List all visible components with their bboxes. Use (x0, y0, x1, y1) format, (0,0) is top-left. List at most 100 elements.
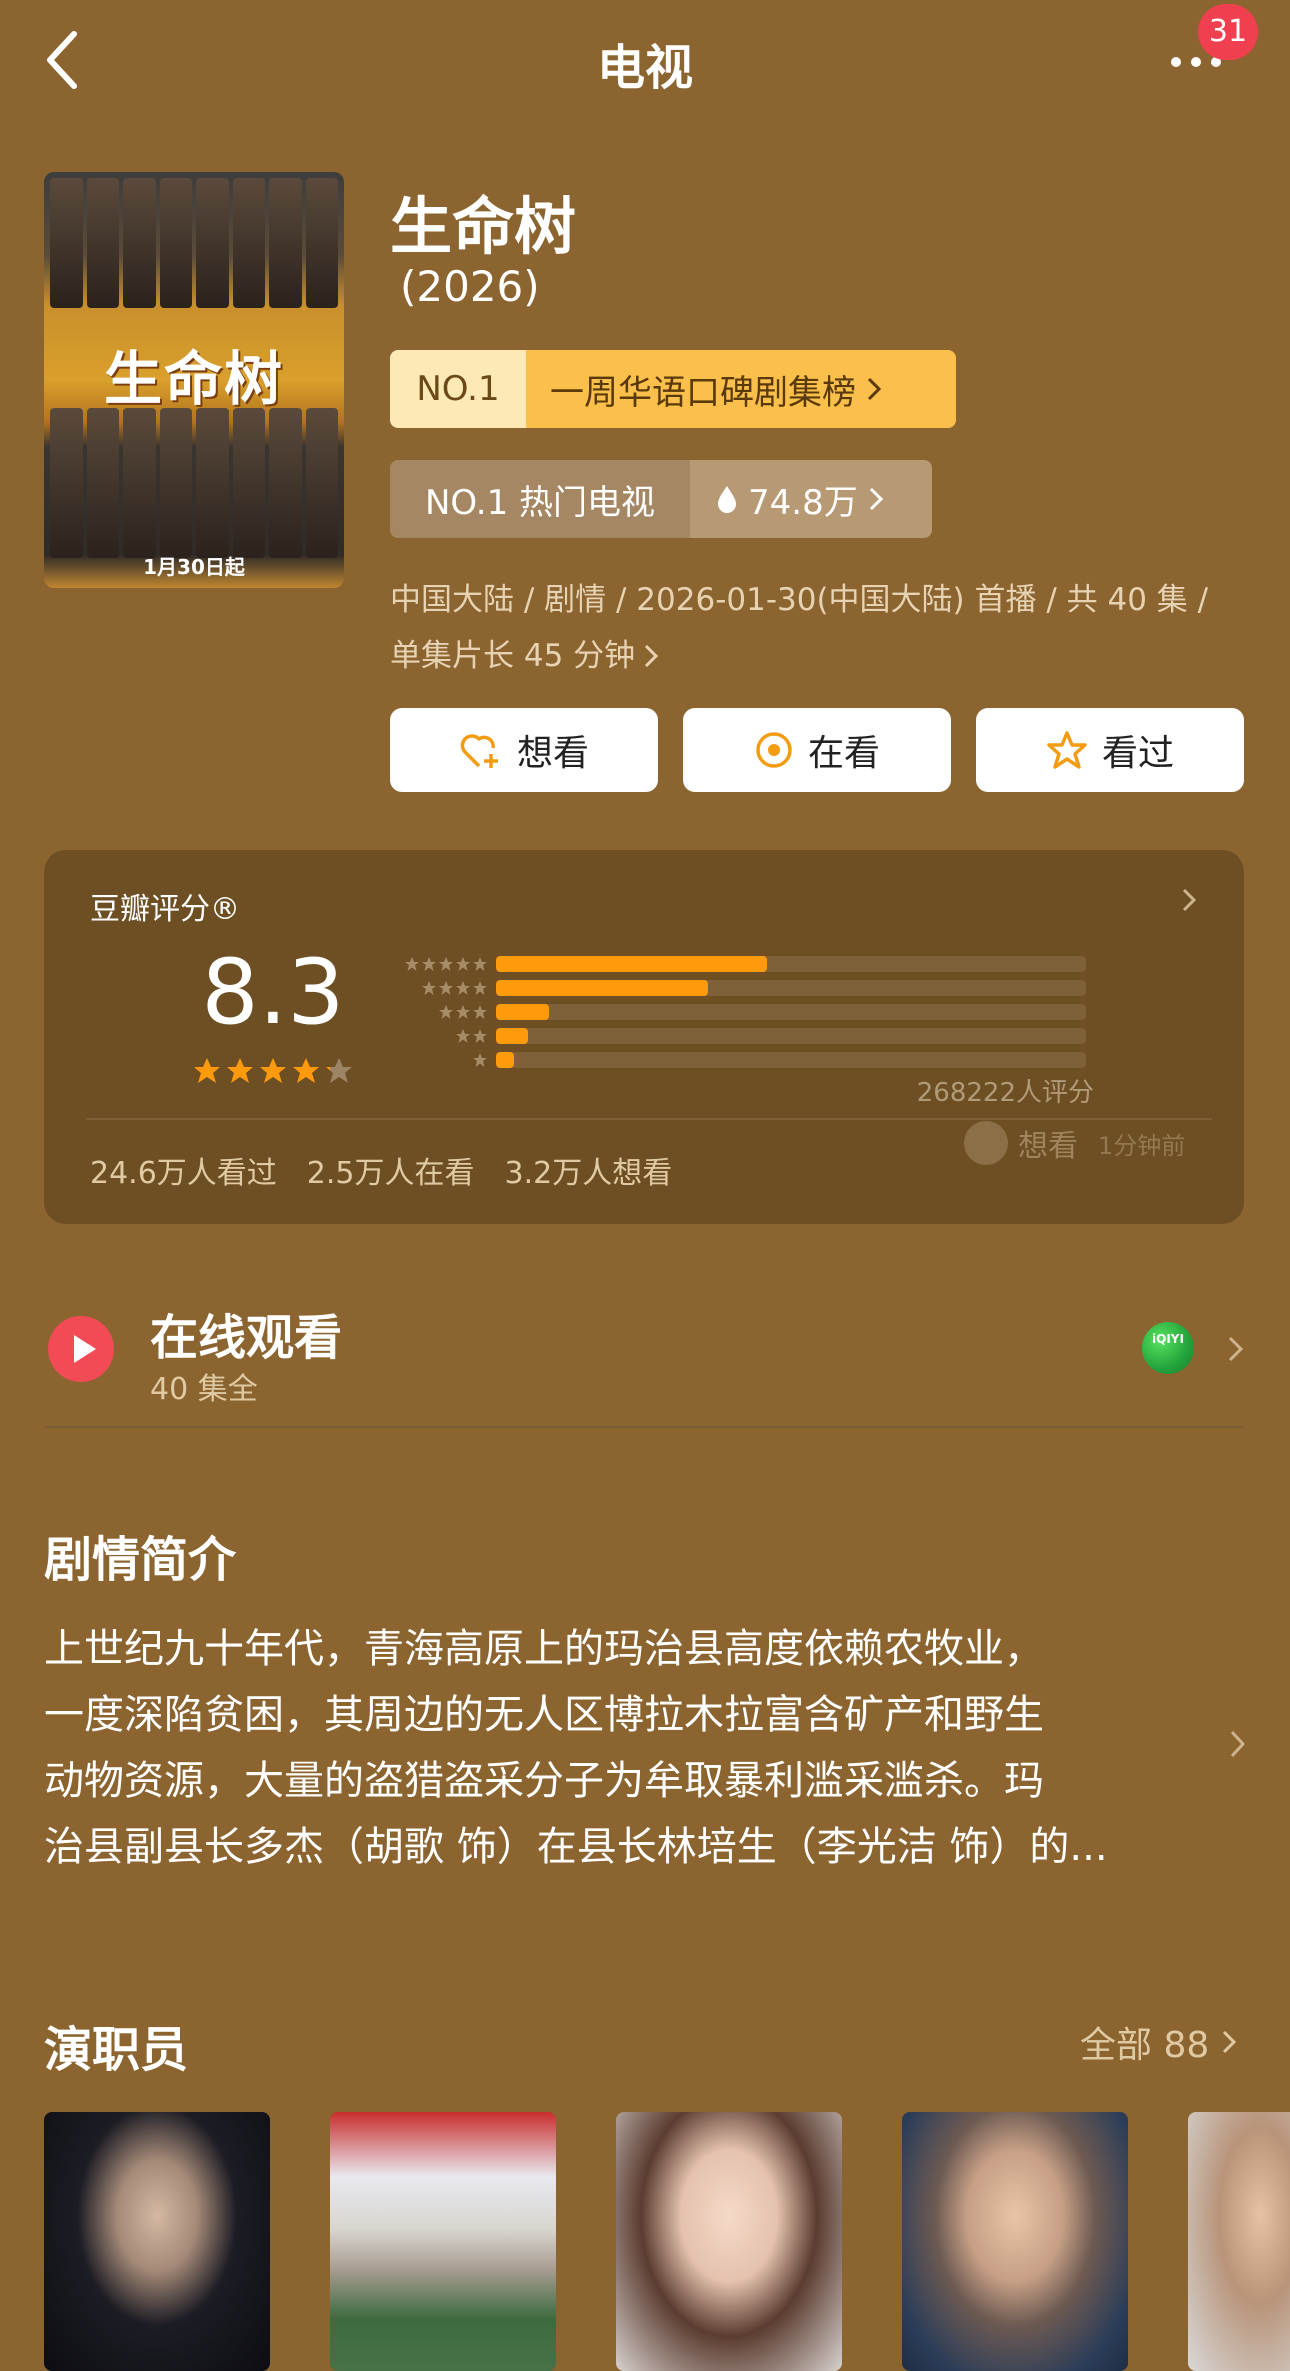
audience-counts: 24.6万人看过 2.5万人在看 3.2万人想看 (90, 1148, 672, 1192)
watched-label: 看过 (1101, 733, 1174, 774)
mini-star-icon (422, 981, 436, 995)
rating-bar-fill (496, 956, 768, 972)
watching-button[interactable]: 在看 (683, 708, 951, 792)
rating-star-icon (293, 1058, 319, 1083)
heart-plus-icon (460, 734, 498, 768)
meta-line-2: 单集片长 45 分钟 (390, 638, 636, 674)
rank-tag: NO.1 (390, 350, 526, 428)
bar-stars (386, 980, 496, 996)
mini-star-icon (456, 981, 470, 995)
cast-view-all-link[interactable]: 全部 88 (1080, 2016, 1237, 2068)
target-circle-icon (756, 732, 792, 768)
cast-photo[interactable] (330, 2112, 556, 2371)
cast-photo[interactable] (902, 2112, 1128, 2371)
mini-star-icon (422, 957, 436, 971)
poster-title-art: 生命树 (103, 345, 284, 413)
rating-bar-fill (496, 1028, 529, 1044)
meta-line-1: 中国大陆 / 剧情 / 2026-01-30(中国大陆) 首播 / 共 40 集… (390, 582, 1209, 618)
rating-bar-row (386, 976, 1096, 1000)
chevron-right-icon[interactable] (1226, 1334, 1246, 1364)
chevron-right-icon[interactable] (1228, 1728, 1248, 1760)
show-title: 生命树 (390, 190, 577, 263)
score-stars (192, 1056, 354, 1086)
show-meta[interactable]: 中国大陆 / 剧情 / 2026-01-30(中国大陆) 首播 / 共 40 集… (390, 572, 1250, 684)
mini-star-icon (473, 1029, 487, 1043)
rating-star-icon (194, 1058, 220, 1083)
rating-count: 268222人评分 (916, 1078, 1094, 1108)
chevron-right-icon (869, 487, 883, 511)
poster-image[interactable]: 生命树 1月30日起 (44, 172, 344, 588)
recent-activity: 想看 1分钟前 (964, 1118, 1185, 1168)
rating-bar-row (386, 952, 1096, 976)
flame-icon (718, 486, 736, 513)
bar-stars (386, 1028, 496, 1044)
rating-distribution (386, 952, 1096, 1072)
bar-stars (386, 956, 496, 972)
avatar (964, 1121, 1008, 1165)
watched-count: 24.6万人看过 (90, 1156, 277, 1191)
rank-label: 一周华语口碑剧集榜 (550, 372, 856, 413)
rating-bar-row (386, 1024, 1096, 1048)
rating-bar-track (496, 980, 1086, 996)
watched-button[interactable]: 看过 (976, 708, 1244, 792)
mini-star-icon (473, 1053, 487, 1067)
mini-star-icon (473, 981, 487, 995)
divider (44, 1426, 1244, 1428)
mini-star-icon (439, 1005, 453, 1019)
show-year: (2026) (400, 262, 540, 311)
watching-label: 在看 (807, 733, 880, 774)
cast-photo[interactable] (1188, 2112, 1290, 2371)
online-watch-title[interactable]: 在线观看 (150, 1298, 342, 1368)
mini-star-icon (473, 957, 487, 971)
online-watch-episodes: 40 集全 (150, 1372, 258, 1407)
rating-bar-fill (496, 980, 709, 996)
mini-star-icon (456, 957, 470, 971)
cast-title: 演职员 (44, 2022, 189, 2078)
poster-release-note: 1月30日起 (143, 555, 245, 579)
mini-star-icon (456, 1005, 470, 1019)
rating-star-icon (326, 1058, 352, 1083)
rating-title: 豆瓣评分® (90, 892, 240, 927)
rank-badge-word-of-mouth[interactable]: NO.1 一周华语口碑剧集榜 (390, 350, 956, 428)
rank-badge-hot-tv[interactable]: NO.1 热门电视 74.8万 (390, 460, 932, 538)
bar-stars (386, 1004, 496, 1020)
rank-tag-hot: NO.1 热门电视 (390, 460, 690, 538)
wanting-count: 3.2万人想看 (504, 1156, 673, 1191)
mini-star-icon (439, 957, 453, 971)
chevron-right-icon (645, 644, 659, 668)
rating-bar-fill (496, 1052, 514, 1068)
watching-count: 2.5万人在看 (306, 1156, 475, 1191)
want-to-watch-button[interactable]: 想看 (390, 708, 658, 792)
cast-list (44, 2112, 1290, 2371)
activity-time: 1分钟前 (1098, 1131, 1186, 1160)
notification-badge: 31 (1198, 4, 1258, 60)
mini-star-icon (439, 981, 453, 995)
rating-bar-fill (496, 1004, 550, 1020)
mini-star-icon (405, 957, 419, 971)
cast-photo[interactable] (44, 2112, 270, 2371)
page-title: 电视 (596, 40, 693, 96)
synopsis-title: 剧情简介 (44, 1532, 237, 1588)
chevron-right-icon (867, 377, 882, 401)
chevron-right-icon (1223, 2030, 1237, 2054)
rating-bar-track (496, 1028, 1086, 1044)
rating-bar-row (386, 1048, 1096, 1072)
activity-label: 想看 (1018, 1129, 1078, 1164)
mini-star-icon (473, 1005, 487, 1019)
play-icon[interactable] (48, 1316, 114, 1382)
rating-star-icon (260, 1058, 286, 1083)
rating-star-icon (227, 1058, 253, 1083)
synopsis-text[interactable]: 上世纪九十年代，青海高原上的玛治县高度依赖农牧业， 一度深陷贫困，其周边的无人区… (44, 1616, 1184, 1880)
heat-value: 74.8万 (748, 482, 858, 523)
rating-bar-track (496, 1004, 1086, 1020)
rating-bar-track (496, 956, 1086, 972)
cast-photo[interactable] (616, 2112, 842, 2371)
chevron-right-icon[interactable] (1178, 882, 1202, 918)
mini-star-icon (456, 1029, 470, 1043)
rating-score: 8.3 (201, 940, 345, 1045)
star-outline-icon (1047, 731, 1087, 769)
want-label: 想看 (516, 733, 589, 774)
rating-bar-row (386, 1000, 1096, 1024)
bar-stars (386, 1052, 496, 1068)
iqiyi-logo-icon[interactable]: iQIYI (1142, 1322, 1194, 1374)
